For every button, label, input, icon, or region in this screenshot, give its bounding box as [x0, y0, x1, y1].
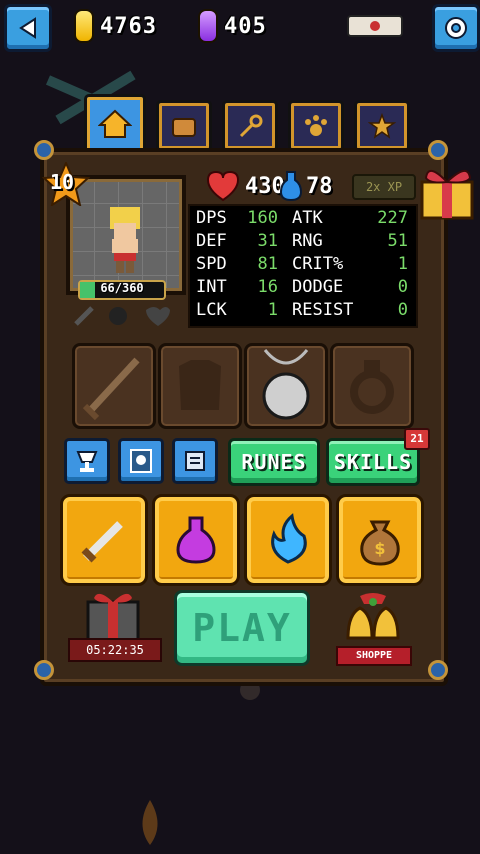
panel-corner-stud	[428, 140, 448, 160]
gift-box-icon[interactable]	[418, 160, 476, 222]
back-button[interactable]	[4, 4, 52, 52]
mana-value: 78	[306, 173, 333, 199]
heart-icon	[206, 170, 240, 202]
trophy-icon	[76, 451, 98, 472]
skull-book-icon	[130, 449, 152, 473]
health-value: 430	[245, 173, 285, 199]
gift-timer: 05:22:35	[68, 638, 162, 662]
shoppe-label[interactable]: SHOPPE	[336, 646, 412, 666]
settings-button[interactable]	[432, 4, 480, 52]
trophy-button[interactable]	[64, 438, 110, 484]
star-icon	[368, 113, 396, 139]
tab-home[interactable]	[84, 94, 146, 154]
status-icons	[74, 306, 170, 326]
bestiary-button[interactable]	[118, 438, 164, 484]
bomb-status-icon	[109, 307, 127, 325]
hero-level: 10	[50, 170, 75, 194]
mana-potion-icon	[280, 171, 302, 202]
tab-pets[interactable]	[288, 100, 344, 152]
stat-label: CRIT%	[292, 254, 344, 274]
amulet-slot-icon	[262, 349, 310, 420]
tab-achievements[interactable]	[354, 100, 410, 152]
gold-counter: 4763	[74, 9, 157, 43]
gold-shop-button[interactable]: $	[336, 494, 424, 586]
stat-label: INT	[196, 277, 227, 297]
stat-label: SPD	[196, 254, 227, 274]
tab-keys[interactable]	[222, 100, 278, 152]
stat-value: 227	[377, 208, 408, 228]
runes-button[interactable]: RUNES	[228, 438, 320, 486]
equipment-slot-weapon[interactable]	[72, 343, 156, 429]
gold-amount: 4763	[100, 13, 157, 39]
health-display: 430	[205, 170, 285, 202]
mana-display: 78	[280, 170, 333, 202]
spirit-flame-button[interactable]	[244, 494, 332, 586]
stat-label: LCK	[196, 300, 227, 320]
potion-icon	[176, 516, 216, 564]
stat-label: DODGE	[292, 277, 344, 297]
stat-value: 51	[387, 231, 408, 251]
scroll-map-icon[interactable]	[340, 8, 410, 44]
gem-amount: 405	[224, 13, 267, 39]
gear-icon	[445, 17, 467, 39]
equipment-slot-armor[interactable]	[158, 343, 242, 429]
skills-notification-badge: 21	[404, 428, 430, 450]
sword-icon	[81, 521, 123, 563]
xp-boost-badge: 2x XP	[352, 174, 416, 200]
stats-table: DPS 160 ATK 227 DEF 31 RNG 51 SPD 81 CRI…	[188, 204, 418, 328]
daily-gift-icon[interactable]	[82, 588, 144, 644]
stats-row: DPS 160 ATK 227	[190, 208, 416, 230]
gem-counter: 405	[198, 9, 267, 43]
quests-button[interactable]	[172, 438, 218, 484]
potions-button[interactable]	[152, 494, 240, 586]
svg-text:$: $	[374, 539, 385, 558]
hero-hp-bar: 66/360	[78, 280, 166, 300]
stat-value: 1	[267, 300, 278, 320]
armor-slot-icon	[179, 360, 221, 410]
flame-icon	[271, 513, 307, 564]
stats-row: SPD 81 CRIT% 1	[190, 254, 416, 276]
heart-status-icon	[146, 307, 170, 326]
money-bag-icon: $	[360, 520, 400, 566]
equipment-slot-ring[interactable]	[330, 343, 414, 429]
sword-slot-icon	[82, 357, 140, 421]
stats-row: INT 16 DODGE 0	[190, 277, 416, 299]
weapons-upgrade-button[interactable]	[60, 494, 148, 586]
equipment-slot-amulet[interactable]	[244, 343, 328, 429]
stat-label: DPS	[196, 208, 227, 228]
tab-inventory[interactable]	[156, 100, 212, 152]
panel-corner-stud	[428, 660, 448, 680]
shoppe-bells-icon[interactable]	[338, 588, 408, 646]
panel-corner-stud	[34, 660, 54, 680]
stat-value: 160	[247, 208, 278, 228]
background-torch-decoration	[142, 800, 158, 845]
stat-label: DEF	[196, 231, 227, 251]
play-button[interactable]: PLAY	[174, 590, 310, 666]
stats-row: LCK 1 RESIST 0	[190, 300, 416, 322]
stat-value: 16	[257, 277, 278, 297]
stat-value: 0	[397, 277, 408, 297]
gold-coin-icon	[74, 9, 94, 43]
hero-hp-text: 66/360	[100, 281, 144, 295]
stats-row: DEF 31 RNG 51	[190, 231, 416, 253]
top-bar: 4763 405	[0, 0, 480, 52]
key-icon	[239, 114, 263, 138]
paw-icon	[305, 115, 327, 136]
stat-label: RESIST	[292, 300, 354, 320]
scroll-icon	[185, 451, 205, 471]
home-icon	[98, 109, 132, 138]
stat-value: 0	[397, 300, 408, 320]
stat-label: RNG	[292, 231, 323, 251]
bag-icon	[172, 118, 196, 137]
ring-slot-icon	[350, 360, 394, 414]
panel-corner-stud	[34, 140, 54, 160]
purple-gem-icon	[198, 9, 218, 43]
stat-value: 1	[397, 254, 408, 274]
tab-bar	[84, 94, 410, 154]
weapon-status-icon	[74, 306, 94, 326]
back-arrow-icon	[19, 17, 36, 39]
stat-label: ATK	[292, 208, 323, 228]
stat-value: 81	[257, 254, 278, 274]
stat-value: 31	[257, 231, 278, 251]
